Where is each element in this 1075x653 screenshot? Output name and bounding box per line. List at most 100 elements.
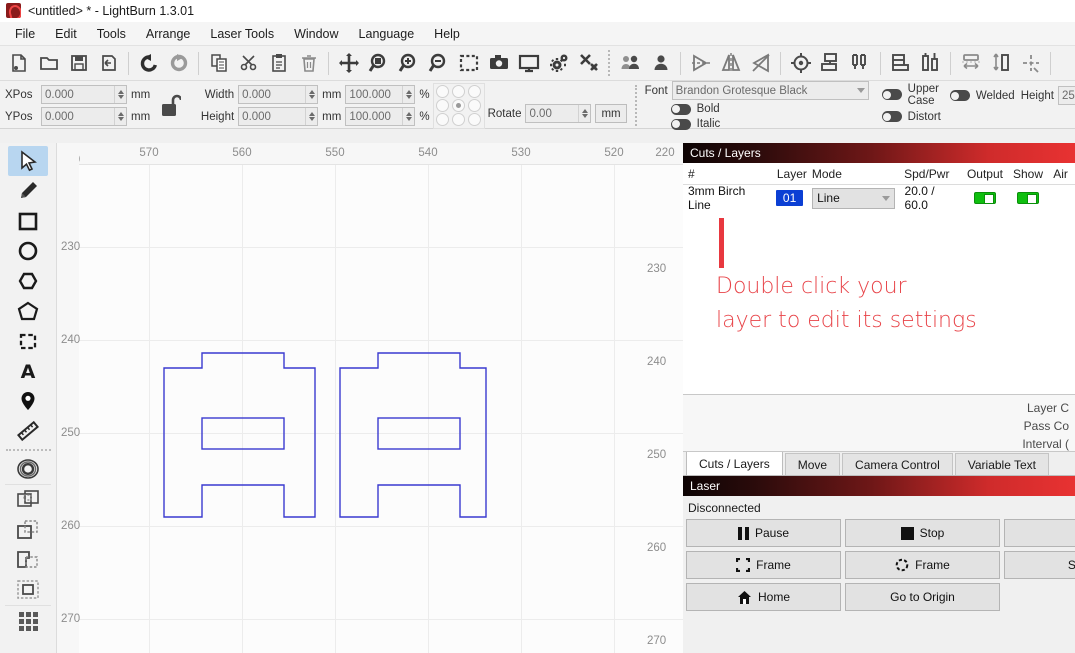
design-canvas[interactable]: 220 570 560 550 540 530 520 220 230 240 (57, 143, 683, 653)
bold-toggle[interactable]: Bold (670, 103, 720, 115)
mirror-horizontal-icon[interactable] (686, 49, 715, 78)
export-file-icon[interactable] (94, 49, 123, 78)
anchor-middle-left[interactable] (436, 99, 450, 112)
boolean-subtract-tool[interactable] (8, 515, 48, 545)
tab-variable-text[interactable]: Variable Text (954, 453, 1050, 475)
distort-switch-icon[interactable] (881, 111, 902, 122)
tab-cuts-layers[interactable]: Cuts / Layers (686, 451, 783, 475)
welded-switch-icon[interactable] (949, 90, 970, 101)
output-toggle[interactable] (963, 192, 1008, 204)
copy-icon[interactable] (204, 49, 233, 78)
width-percent-stepper[interactable] (345, 85, 416, 104)
width-arrows[interactable] (305, 86, 318, 103)
draw-tool[interactable] (8, 176, 48, 206)
ypos-input[interactable] (42, 108, 114, 125)
redo-icon[interactable] (164, 49, 193, 78)
menu-laser-tools[interactable]: Laser Tools (201, 24, 283, 44)
width-stepper[interactable] (238, 85, 319, 104)
ypos-arrows[interactable] (114, 108, 126, 125)
boolean-exclude-tool[interactable] (8, 575, 48, 605)
menu-tools[interactable]: Tools (88, 24, 135, 44)
layer-color-chip[interactable]: 01 (772, 190, 807, 206)
vector-shapes[interactable] (57, 165, 683, 653)
tab-move[interactable]: Move (784, 453, 841, 475)
weld-icon[interactable] (816, 49, 845, 78)
tools-settings-icon[interactable] (574, 49, 603, 78)
ellipse-tool[interactable] (8, 236, 48, 266)
show-switch-icon[interactable] (1017, 192, 1040, 204)
preview-icon[interactable] (514, 49, 543, 78)
pan-icon[interactable] (334, 49, 363, 78)
text-tool[interactable]: A (8, 356, 48, 386)
boolean-intersect-tool[interactable] (8, 545, 48, 575)
node-tool[interactable] (8, 386, 48, 416)
vertical-ruler[interactable]: 230 240 250 260 270 (57, 143, 80, 653)
height-percent-input[interactable] (346, 108, 403, 125)
italic-toggle[interactable]: Italic (670, 118, 720, 130)
width-percent-input[interactable] (346, 86, 403, 103)
xpos-arrows[interactable] (114, 86, 126, 103)
width-input[interactable] (239, 86, 306, 103)
undo-icon[interactable] (134, 49, 163, 78)
welded-toggle[interactable]: Welded (949, 90, 1015, 102)
table-row[interactable]: 3mm Birch Line 01 Line 20.0 / 60.0 (683, 184, 1075, 212)
anchor-middle-right[interactable] (468, 99, 482, 112)
anchor-bottom-left[interactable] (436, 113, 450, 126)
mode-select[interactable]: Line (812, 187, 895, 209)
ypos-stepper[interactable] (41, 107, 127, 126)
measure-tool[interactable] (8, 416, 48, 446)
distribute-v-icon[interactable] (986, 49, 1015, 78)
boolean-ops-icon[interactable] (846, 49, 875, 78)
anchor-top-left[interactable] (436, 85, 450, 98)
bold-switch-icon[interactable] (670, 103, 691, 115)
new-file-icon[interactable] (4, 49, 33, 78)
italic-switch-icon[interactable] (670, 118, 691, 130)
frame-circle-button[interactable]: Frame (845, 551, 1000, 579)
text-height-stepper[interactable] (1057, 86, 1075, 105)
freehand-tool[interactable] (8, 296, 48, 326)
cut-icon[interactable] (234, 49, 263, 78)
menu-file[interactable]: File (6, 24, 44, 44)
boolean-union-tool[interactable] (8, 485, 48, 515)
upper-case-toggle[interactable]: Upper Case (881, 83, 941, 107)
mirror-vertical-icon[interactable] (716, 49, 745, 78)
rectangle-tool[interactable] (8, 206, 48, 236)
anchor-bottom-right[interactable] (468, 113, 482, 126)
width-percent-arrows[interactable] (402, 86, 415, 103)
height-percent-arrows[interactable] (402, 108, 415, 125)
machine-settings-icon[interactable] (544, 49, 573, 78)
select-tool[interactable] (8, 146, 48, 176)
tab-camera-control[interactable]: Camera Control (842, 453, 953, 475)
rotate-input[interactable] (526, 105, 579, 122)
distort-toggle[interactable]: Distort (881, 111, 941, 123)
set-origin-icon[interactable] (786, 49, 815, 78)
mode-select-cell[interactable]: Line (807, 187, 899, 209)
align-center-h-icon[interactable] (886, 49, 915, 78)
menu-arrange[interactable]: Arrange (137, 24, 199, 44)
anchor-top-center[interactable] (452, 85, 466, 98)
save-file-icon[interactable] (64, 49, 93, 78)
rotate-unit-button[interactable]: mm (595, 104, 627, 123)
zoom-fit-icon[interactable] (364, 49, 393, 78)
polygon-tool[interactable] (8, 266, 48, 296)
pause-button[interactable]: Pause (686, 519, 841, 547)
grid-array-tool[interactable] (8, 606, 48, 636)
menu-language[interactable]: Language (350, 24, 424, 44)
home-button[interactable]: Home (686, 583, 841, 611)
align-center-v-icon[interactable] (916, 49, 945, 78)
vertical-ruler-right[interactable]: 230 240 250 260 270 (643, 165, 683, 653)
rotate-flip-icon[interactable] (746, 49, 775, 78)
anchor-center[interactable] (452, 99, 466, 112)
text-height-input[interactable] (1058, 87, 1075, 104)
group-icon[interactable] (616, 49, 645, 78)
delete-icon[interactable] (294, 49, 323, 78)
go-to-origin-button[interactable]: Go to Origin (845, 583, 1000, 611)
node-edit-icon[interactable] (1016, 49, 1045, 78)
crop-tool[interactable] (8, 326, 48, 356)
horizontal-ruler[interactable]: 220 570 560 550 540 530 520 220 (57, 143, 683, 166)
ungroup-icon[interactable] (646, 49, 675, 78)
rotate-arrows[interactable] (578, 105, 591, 122)
zoom-out-icon[interactable] (424, 49, 453, 78)
anchor-point-selector[interactable] (432, 82, 485, 129)
anchor-bottom-center[interactable] (452, 113, 466, 126)
